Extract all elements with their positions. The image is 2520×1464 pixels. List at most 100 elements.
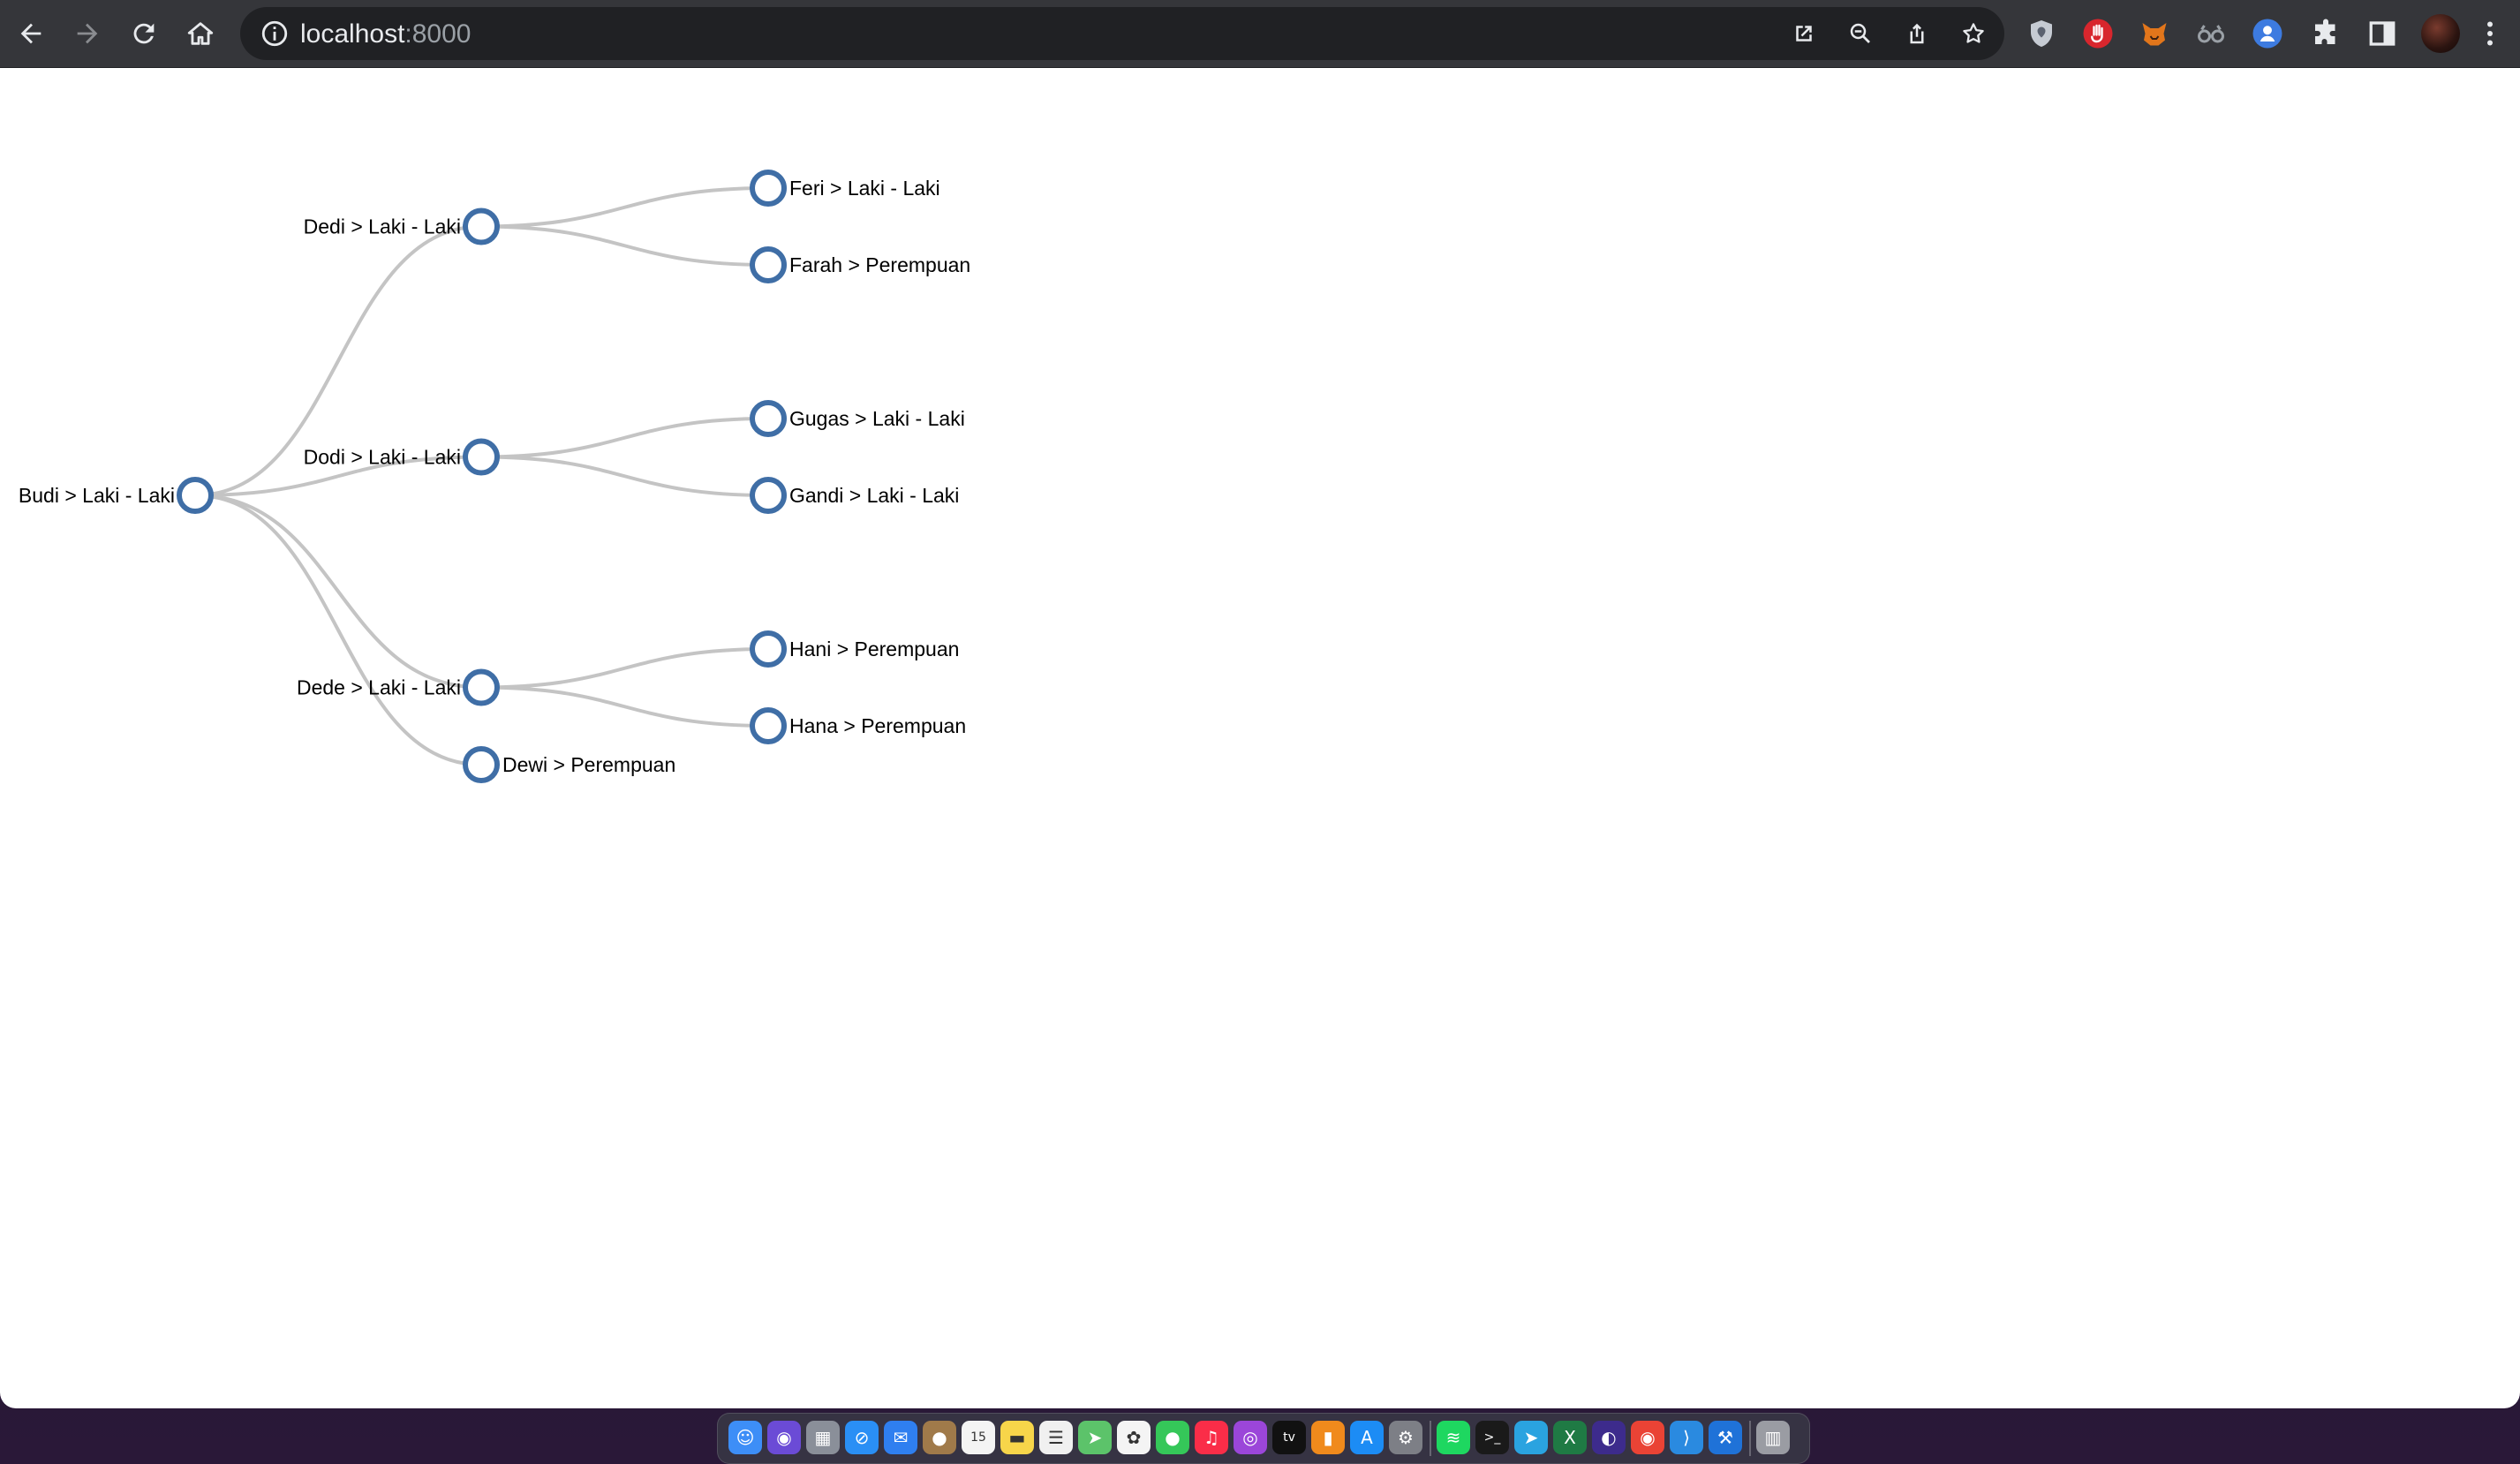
dock-icon-glyph: ➤: [1523, 1427, 1539, 1448]
dock-icon-glyph: ⟩: [1683, 1427, 1690, 1448]
music-icon[interactable]: ♫: [1195, 1421, 1228, 1454]
dock-icon-glyph: ⊘: [854, 1427, 870, 1448]
kebab-menu-icon[interactable]: [2472, 16, 2508, 51]
tree-link: [194, 494, 482, 690]
tree-node[interactable]: Feri > Laki - Laki: [750, 170, 940, 207]
dock-icon-glyph: ▦: [814, 1427, 832, 1448]
web-page: Budi > Laki - Laki Dedi > Laki - Laki Feri…: [0, 68, 2520, 1408]
dock-icon-glyph: ⚒: [1717, 1427, 1733, 1448]
notes-icon[interactable]: ▬: [1000, 1421, 1034, 1454]
tree-link: [480, 417, 769, 459]
tree-node[interactable]: Farah > Perempuan: [750, 246, 970, 283]
trash-icon[interactable]: ▥: [1756, 1421, 1790, 1454]
tv-icon[interactable]: tv: [1272, 1421, 1306, 1454]
dock-icon-glyph: ☰: [1048, 1427, 1064, 1448]
tree-node-circle[interactable]: [463, 746, 500, 783]
browser-toolbar: localhost:8000: [0, 0, 2520, 68]
side-panel-icon[interactable]: [2365, 16, 2400, 51]
tree-node-label: Dewi > Perempuan: [502, 753, 675, 776]
dock-icon-glyph: ➤: [1087, 1427, 1103, 1448]
app-store-icon[interactable]: A: [1350, 1421, 1384, 1454]
reload-icon[interactable]: [121, 11, 167, 57]
back-icon[interactable]: [8, 11, 54, 57]
telegram-icon[interactable]: ➤: [1514, 1421, 1548, 1454]
dock-icon-glyph: >_: [1483, 1430, 1501, 1445]
puzzle-extensions-icon[interactable]: [2308, 16, 2343, 51]
xcode-icon[interactable]: ⚒: [1709, 1421, 1742, 1454]
siri-icon[interactable]: ◉: [767, 1421, 801, 1454]
tree-node-circle[interactable]: [750, 477, 787, 514]
firefox-icon[interactable]: ◐: [1592, 1421, 1626, 1454]
tree-node-circle[interactable]: [750, 400, 787, 437]
address-bar[interactable]: localhost:8000: [240, 7, 2004, 60]
messages-icon[interactable]: ●: [1156, 1421, 1189, 1454]
finder-icon[interactable]: ☺: [728, 1421, 762, 1454]
tree-node[interactable]: Dede > Laki - Laki: [297, 668, 500, 706]
tree-node-circle[interactable]: [177, 477, 214, 514]
tree-node-label: Hani > Perempuan: [789, 638, 959, 660]
dock-icon-glyph: ⚙: [1398, 1427, 1414, 1448]
dock-icon-glyph: ▮: [1323, 1427, 1333, 1448]
tree-node-label: Feri > Laki - Laki: [789, 177, 940, 200]
tree-node[interactable]: Gugas > Laki - Laki: [750, 400, 965, 437]
tree-node-circle[interactable]: [463, 668, 500, 706]
dock-icon-glyph: ▥: [1764, 1427, 1782, 1448]
stop-hand-extension-icon[interactable]: [2080, 16, 2116, 51]
books-icon[interactable]: ▮: [1311, 1421, 1345, 1454]
shield-extension-icon[interactable]: [2024, 16, 2059, 51]
tree-node[interactable]: Dodi > Laki - Laki: [304, 438, 500, 476]
tree-node-label: Gugas > Laki - Laki: [789, 407, 965, 430]
dock-icon-glyph: ◉: [1640, 1427, 1656, 1448]
dock-separator: [1749, 1421, 1751, 1456]
system-settings-icon[interactable]: ⚙: [1389, 1421, 1422, 1454]
tree-node-label: Hana > Perempuan: [789, 714, 966, 737]
maps-icon[interactable]: ➤: [1078, 1421, 1112, 1454]
tree-node[interactable]: Gandi > Laki - Laki: [750, 477, 959, 514]
zoom-icon[interactable]: [1842, 15, 1879, 52]
profile-avatar[interactable]: [2421, 14, 2460, 53]
excel-icon[interactable]: X: [1553, 1421, 1587, 1454]
calendar-icon[interactable]: 15: [962, 1421, 995, 1454]
tree-node-circle[interactable]: [463, 438, 500, 476]
terminal-icon[interactable]: >_: [1475, 1421, 1509, 1454]
fox-extension-icon[interactable]: [2137, 16, 2172, 51]
tree-node-label: Dodi > Laki - Laki: [304, 446, 461, 469]
tree-link: [480, 186, 769, 229]
contacts-icon[interactable]: ●: [923, 1421, 956, 1454]
forward-icon[interactable]: [64, 11, 110, 57]
tree-node-circle[interactable]: [750, 170, 787, 207]
tree-node[interactable]: Hani > Perempuan: [750, 630, 959, 668]
tree-node-circle[interactable]: [750, 630, 787, 668]
reminders-icon[interactable]: ☰: [1039, 1421, 1073, 1454]
site-info-icon[interactable]: [260, 19, 290, 49]
tree-node-label: Dede > Laki - Laki: [297, 676, 461, 699]
launchpad-icon[interactable]: ▦: [806, 1421, 840, 1454]
home-icon[interactable]: [177, 11, 223, 57]
dock-icon-glyph: ≋: [1445, 1427, 1461, 1448]
dock-icon-glyph: ◐: [1601, 1427, 1617, 1448]
share-icon[interactable]: [1898, 15, 1935, 52]
tree-node-circle[interactable]: [463, 208, 500, 245]
family-tree: Budi > Laki - Laki Dedi > Laki - Laki Feri…: [19, 170, 970, 783]
open-in-app-icon[interactable]: [1785, 15, 1822, 52]
url-host: localhost: [300, 19, 405, 49]
tree-link: [480, 224, 769, 267]
tree-node[interactable]: Hana > Perempuan: [750, 707, 966, 744]
photos-icon[interactable]: ✿: [1117, 1421, 1151, 1454]
tree-node-circle[interactable]: [750, 707, 787, 744]
podcasts-icon[interactable]: ◎: [1234, 1421, 1267, 1454]
tree-node-circle[interactable]: [750, 246, 787, 283]
vscode-icon[interactable]: ⟩: [1670, 1421, 1703, 1454]
tree-node[interactable]: Dedi > Laki - Laki: [304, 208, 500, 245]
safari-icon[interactable]: ⊘: [845, 1421, 879, 1454]
mail-icon[interactable]: ✉: [884, 1421, 917, 1454]
tree-node[interactable]: Budi > Laki - Laki: [19, 477, 214, 514]
profile-extension-icon[interactable]: [2250, 16, 2285, 51]
glasses-extension-icon[interactable]: [2193, 16, 2229, 51]
spotify-icon[interactable]: ≋: [1437, 1421, 1470, 1454]
tree-node-label: Gandi > Laki - Laki: [789, 484, 959, 507]
chrome-icon[interactable]: ◉: [1631, 1421, 1664, 1454]
bookmark-star-icon[interactable]: [1955, 15, 1992, 52]
tree-node[interactable]: Dewi > Perempuan: [463, 746, 675, 783]
desktop: localhost:8000 Budi > Laki - Laki Dedi >…: [0, 0, 2520, 1464]
